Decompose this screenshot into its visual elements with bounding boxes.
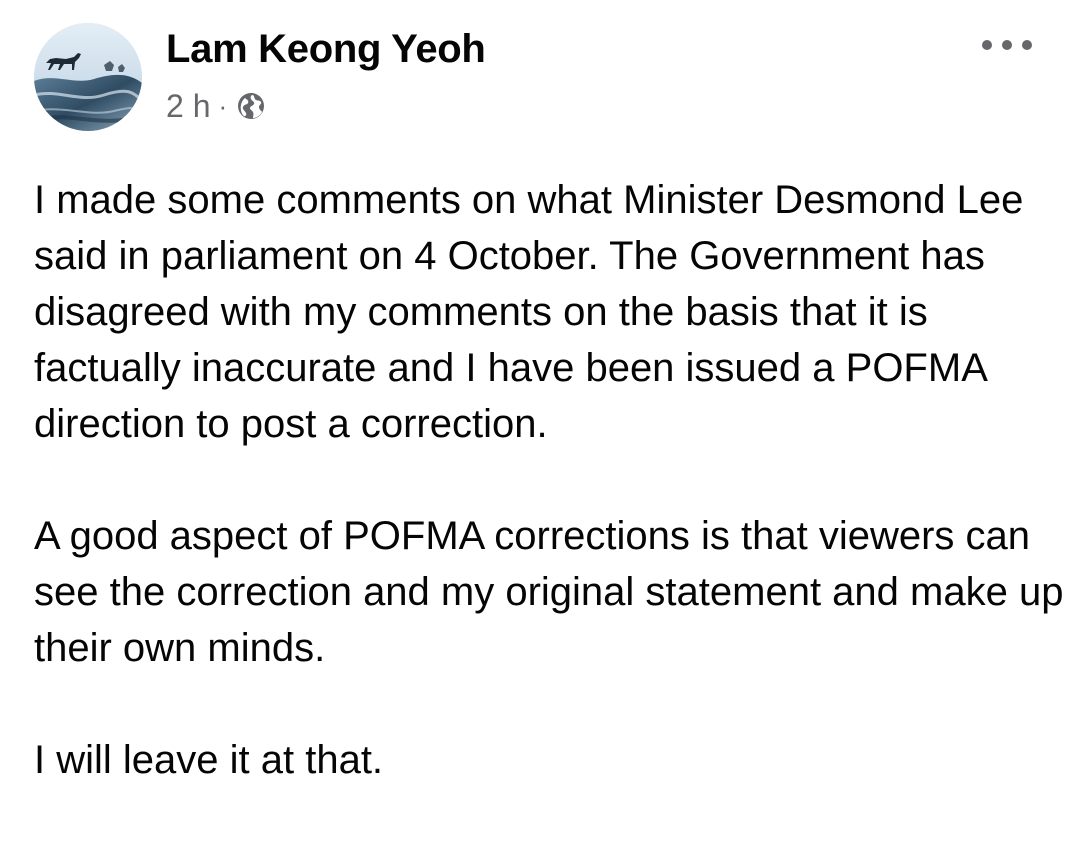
more-options-dot: [1022, 40, 1032, 50]
post-paragraph: I made some comments on what Minister De…: [34, 178, 1024, 446]
post-paragraph: A good aspect of POFMA corrections is th…: [34, 514, 1064, 670]
more-options-dot: [1002, 40, 1012, 50]
author-name[interactable]: Lam Keong Yeoh: [166, 26, 486, 72]
post-meta: 2 h ·: [166, 86, 266, 126]
post-paragraph: I will leave it at that.: [34, 738, 384, 782]
globe-icon[interactable]: [236, 91, 266, 121]
avatar-image: [34, 23, 142, 131]
more-options-dot: [982, 40, 992, 50]
post-body: I made some comments on what Minister De…: [34, 172, 1064, 844]
post-timestamp[interactable]: 2 h: [166, 88, 210, 125]
avatar[interactable]: [34, 23, 142, 131]
meta-separator: ·: [218, 90, 228, 121]
more-options-icon[interactable]: [982, 30, 1032, 60]
facebook-post: Lam Keong Yeoh 2 h · I made some comment…: [0, 0, 1080, 850]
